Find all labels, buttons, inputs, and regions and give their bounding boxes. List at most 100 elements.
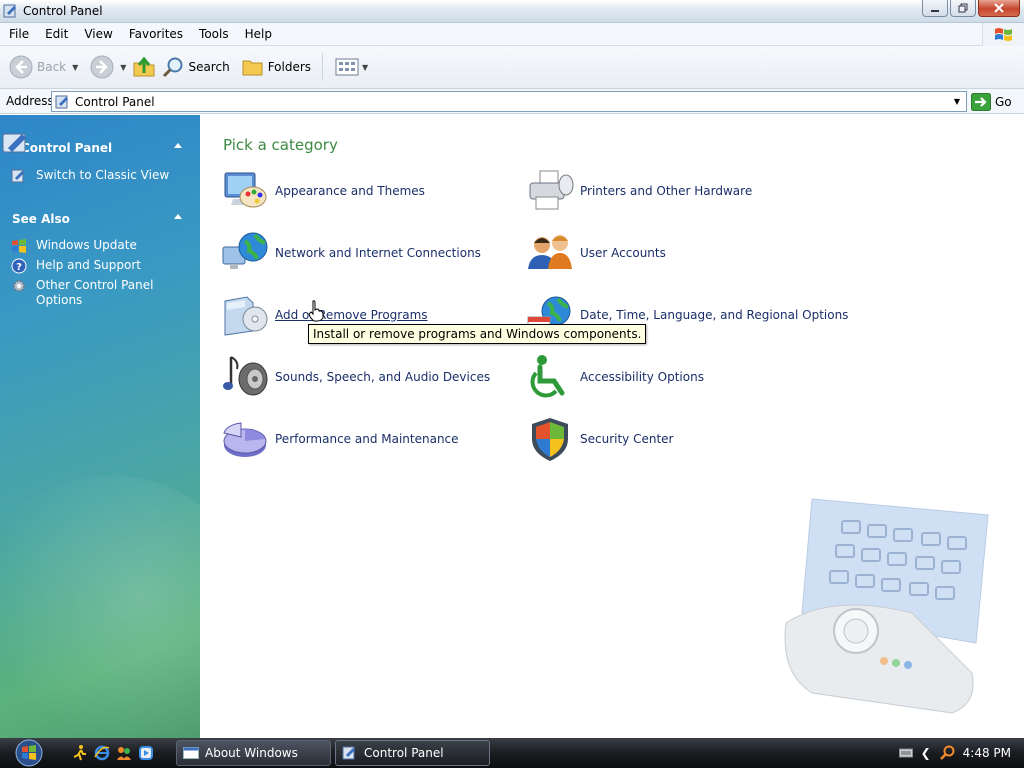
- toolbar: Back ▼ ▼ Search Folders ▼: [0, 46, 1024, 89]
- category-accessibility-options[interactable]: Accessibility Options: [525, 351, 704, 403]
- folders-button[interactable]: Folders: [239, 51, 314, 83]
- see-also-header-label: See Also: [12, 212, 70, 226]
- menu-view[interactable]: View: [75, 23, 119, 45]
- control-panel-icon: [3, 4, 16, 18]
- go-button[interactable]: Go: [971, 91, 1012, 112]
- windows-update-label: Windows Update: [36, 238, 137, 252]
- search-label: Search: [188, 60, 230, 74]
- up-folder-button[interactable]: [129, 51, 159, 83]
- forward-dropdown-icon[interactable]: ▼: [120, 63, 126, 72]
- window-title: Control Panel: [23, 4, 103, 18]
- media-player-icon[interactable]: [138, 745, 154, 761]
- restore-icon: [958, 3, 968, 13]
- collapse-icon[interactable]: [174, 143, 182, 148]
- title-bar[interactable]: Control Panel: [0, 0, 1024, 23]
- back-button[interactable]: Back ▼: [6, 51, 81, 83]
- appearance-themes-icon: [220, 166, 270, 216]
- category-printers-hardware[interactable]: Printers and Other Hardware: [525, 165, 752, 217]
- help-and-support-label: Help and Support: [36, 258, 141, 272]
- address-value: Control Panel: [75, 94, 155, 109]
- svg-text:?: ?: [16, 262, 22, 273]
- back-label: Back: [37, 60, 67, 74]
- switch-classic-view-label: Switch to Classic View: [36, 168, 170, 182]
- running-man-icon[interactable]: [72, 745, 88, 761]
- windows-update-link[interactable]: Windows Update: [10, 238, 137, 254]
- category-security-center-label: Security Center: [580, 432, 674, 446]
- other-control-panel-options-link[interactable]: Other Control Panel Options: [10, 278, 156, 308]
- category-view: Pick a category Appearance and Themes Pr…: [200, 115, 1024, 738]
- collapse-icon[interactable]: [174, 214, 182, 219]
- category-user-accounts-label: User Accounts: [580, 246, 666, 260]
- control-panel-section-header[interactable]: Control Panel: [0, 133, 200, 160]
- messenger-icon[interactable]: [116, 745, 132, 761]
- category-security-center[interactable]: Security Center: [525, 413, 673, 465]
- speaker-icon: [220, 352, 270, 402]
- category-add-remove-programs-label: Add or Remove Programs: [275, 308, 428, 322]
- address-label: Address: [6, 94, 54, 108]
- menu-bar: File Edit View Favorites Tools Help: [0, 23, 1024, 46]
- keyboard-icon[interactable]: [898, 747, 913, 759]
- views-dropdown-icon[interactable]: ▼: [362, 63, 368, 72]
- taskbar-button-about-windows[interactable]: About Windows: [176, 740, 331, 766]
- taskbar-button-control-panel[interactable]: Control Panel: [335, 740, 490, 766]
- search-button[interactable]: Search: [159, 51, 232, 83]
- folders-label: Folders: [267, 60, 312, 74]
- forward-arrow-icon: [90, 55, 114, 79]
- views-grid-icon: [335, 58, 359, 76]
- close-icon: [994, 3, 1004, 13]
- control-panel-watermark-graphic: [784, 498, 989, 714]
- category-network-internet[interactable]: Network and Internet Connections: [220, 227, 481, 279]
- menu-tools[interactable]: Tools: [190, 23, 236, 45]
- forward-button[interactable]: ▼: [87, 51, 129, 83]
- address-input[interactable]: Control Panel ▼: [51, 91, 967, 112]
- address-dropdown-icon[interactable]: ▼: [948, 92, 966, 111]
- menu-file[interactable]: File: [0, 23, 36, 45]
- internet-explorer-icon[interactable]: [94, 745, 110, 761]
- category-network-internet-label: Network and Internet Connections: [275, 246, 481, 260]
- category-user-accounts[interactable]: User Accounts: [525, 227, 666, 279]
- background-swirl: [0, 475, 200, 738]
- close-button[interactable]: [978, 0, 1020, 17]
- system-tray: ❮ 4:48 PM: [898, 738, 1024, 768]
- taskbar-control-panel-label: Control Panel: [364, 746, 444, 760]
- go-arrow-icon: [971, 92, 991, 111]
- security-shield-icon: [525, 414, 575, 464]
- minimize-button[interactable]: [922, 0, 948, 17]
- category-appearance-themes[interactable]: Appearance and Themes: [220, 165, 425, 217]
- windows-flag-logo: [982, 23, 1024, 46]
- tooltip: Install or remove programs and Windows c…: [308, 324, 647, 344]
- windows-orb-icon: [15, 739, 43, 767]
- other-control-panel-options-label: Other Control Panel Options: [36, 278, 154, 307]
- control-panel-header-label: Control Panel: [21, 141, 113, 155]
- switch-classic-view-link[interactable]: Switch to Classic View: [10, 168, 169, 184]
- category-sounds-speech-audio[interactable]: Sounds, Speech, and Audio Devices: [220, 351, 490, 403]
- menu-edit[interactable]: Edit: [36, 23, 75, 45]
- minimize-icon: [931, 10, 939, 12]
- windows-update-icon: [10, 238, 28, 254]
- see-also-section-header[interactable]: See Also: [0, 207, 200, 231]
- search-icon[interactable]: [939, 745, 955, 761]
- clock[interactable]: 4:48 PM: [963, 746, 1011, 760]
- help-and-support-link[interactable]: ? Help and Support: [10, 258, 141, 274]
- control-panel-icon: [55, 95, 68, 108]
- page-heading: Pick a category: [223, 136, 338, 154]
- category-performance-maintenance-label: Performance and Maintenance: [275, 432, 459, 446]
- category-performance-maintenance[interactable]: Performance and Maintenance: [220, 413, 459, 465]
- control-panel-small-icon: [10, 168, 28, 184]
- back-dropdown-icon[interactable]: ▼: [72, 63, 78, 72]
- category-sounds-speech-audio-label: Sounds, Speech, and Audio Devices: [275, 370, 491, 384]
- network-globe-icon: [220, 228, 270, 278]
- task-pane: Control Panel Switch to Classic View See…: [0, 115, 200, 738]
- category-printers-hardware-label: Printers and Other Hardware: [580, 184, 753, 198]
- taskbar-about-windows-label: About Windows: [205, 746, 298, 760]
- start-button[interactable]: [0, 738, 58, 768]
- hand-cursor-icon: [308, 300, 324, 322]
- maximize-button[interactable]: [950, 0, 976, 17]
- show-hidden-icons-chevron-icon[interactable]: ❮: [921, 746, 931, 760]
- accessibility-icon: [525, 352, 575, 402]
- menu-favorites[interactable]: Favorites: [120, 23, 190, 45]
- menu-help[interactable]: Help: [236, 23, 279, 45]
- control-panel-large-icon: [2, 133, 26, 153]
- views-button[interactable]: ▼: [332, 51, 371, 83]
- category-appearance-themes-label: Appearance and Themes: [275, 184, 425, 198]
